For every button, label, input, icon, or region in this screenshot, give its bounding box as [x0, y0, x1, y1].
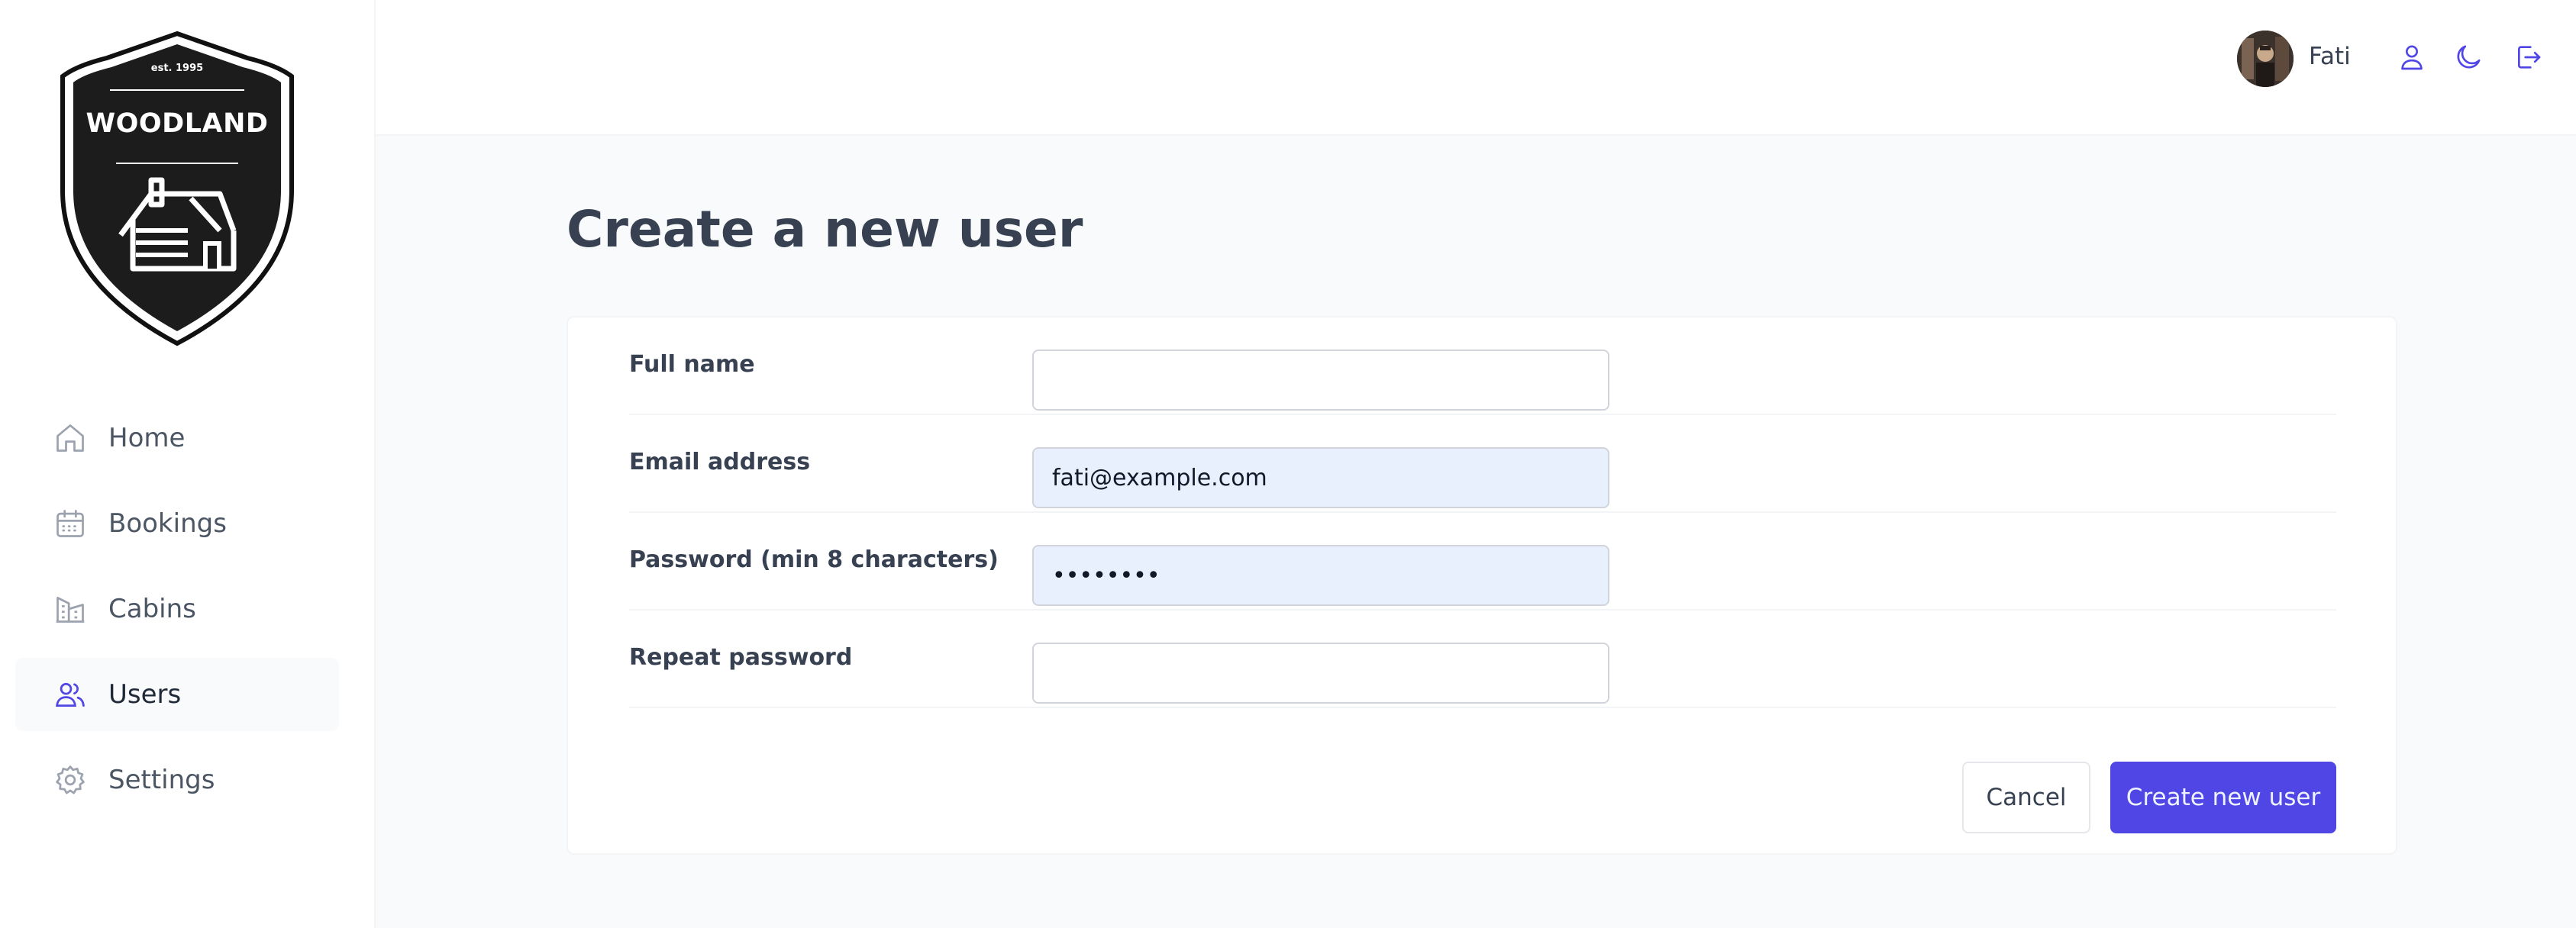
email-input[interactable]	[1032, 447, 1609, 508]
main-content: Create a new user Full name Email addres…	[376, 136, 2576, 928]
sidebar-item-label: Settings	[108, 765, 215, 795]
dark-mode-toggle[interactable]	[2451, 41, 2486, 76]
logo-name-text: WOODLAND	[86, 108, 269, 139]
repeat-password-label: Repeat password	[629, 644, 853, 671]
sidebar-nav: Home Bookings Cabins Users Settings	[15, 401, 339, 829]
cancel-button[interactable]: Cancel	[1962, 762, 2090, 833]
create-user-form: Full name Email address Password (min 8 …	[567, 316, 2397, 855]
moon-icon	[2453, 42, 2484, 76]
calendar-icon	[52, 505, 89, 542]
full-name-label: Full name	[629, 351, 755, 378]
sidebar-item-bookings[interactable]: Bookings	[15, 487, 339, 560]
sidebar-item-label: Bookings	[108, 508, 227, 539]
home-icon	[52, 420, 89, 456]
full-name-input[interactable]	[1032, 350, 1609, 411]
building-icon	[52, 591, 89, 627]
woodland-logo: est. 1995 WOODLAND	[56, 31, 298, 346]
gear-icon	[52, 762, 89, 798]
logout-button[interactable]	[2510, 41, 2545, 76]
sidebar-item-label: Cabins	[108, 594, 196, 624]
sidebar-item-label: Home	[108, 423, 186, 453]
page-title: Create a new user	[567, 200, 1083, 259]
sidebar-item-users[interactable]: Users	[15, 658, 339, 731]
repeat-password-input[interactable]	[1032, 643, 1609, 704]
sidebar-item-label: Users	[108, 679, 182, 710]
sidebar-item-settings[interactable]: Settings	[15, 743, 339, 817]
logo-est-text: est. 1995	[150, 63, 204, 74]
email-label: Email address	[629, 449, 811, 475]
top-header: Fati	[376, 0, 2576, 136]
avatar	[2237, 31, 2294, 87]
logout-icon	[2513, 42, 2543, 76]
form-row-email: Email address	[629, 415, 2336, 513]
sidebar: est. 1995 WOODLAND Home Bookings Cabins …	[0, 0, 376, 928]
sidebar-item-cabins[interactable]: Cabins	[15, 572, 339, 646]
password-label: Password (min 8 characters)	[629, 546, 999, 573]
password-input[interactable]	[1032, 545, 1609, 606]
create-user-button[interactable]: Create new user	[2110, 762, 2336, 833]
sidebar-item-home[interactable]: Home	[15, 401, 339, 475]
username: Fati	[2309, 43, 2351, 70]
form-row-password: Password (min 8 characters)	[629, 513, 2336, 611]
form-row-repeat-password: Repeat password	[629, 611, 2336, 708]
user-icon	[2397, 42, 2427, 76]
account-button[interactable]	[2394, 41, 2429, 76]
users-icon	[52, 676, 89, 713]
form-row-full-name: Full name	[629, 317, 2336, 415]
